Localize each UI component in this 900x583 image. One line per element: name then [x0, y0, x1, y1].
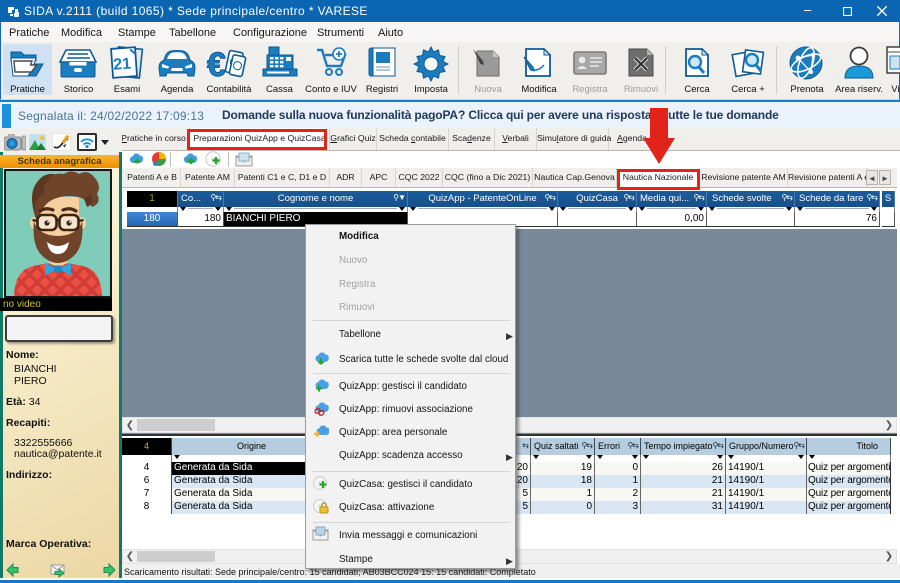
svg-text:€: €: [207, 46, 226, 84]
svg-text:21: 21: [113, 56, 132, 74]
